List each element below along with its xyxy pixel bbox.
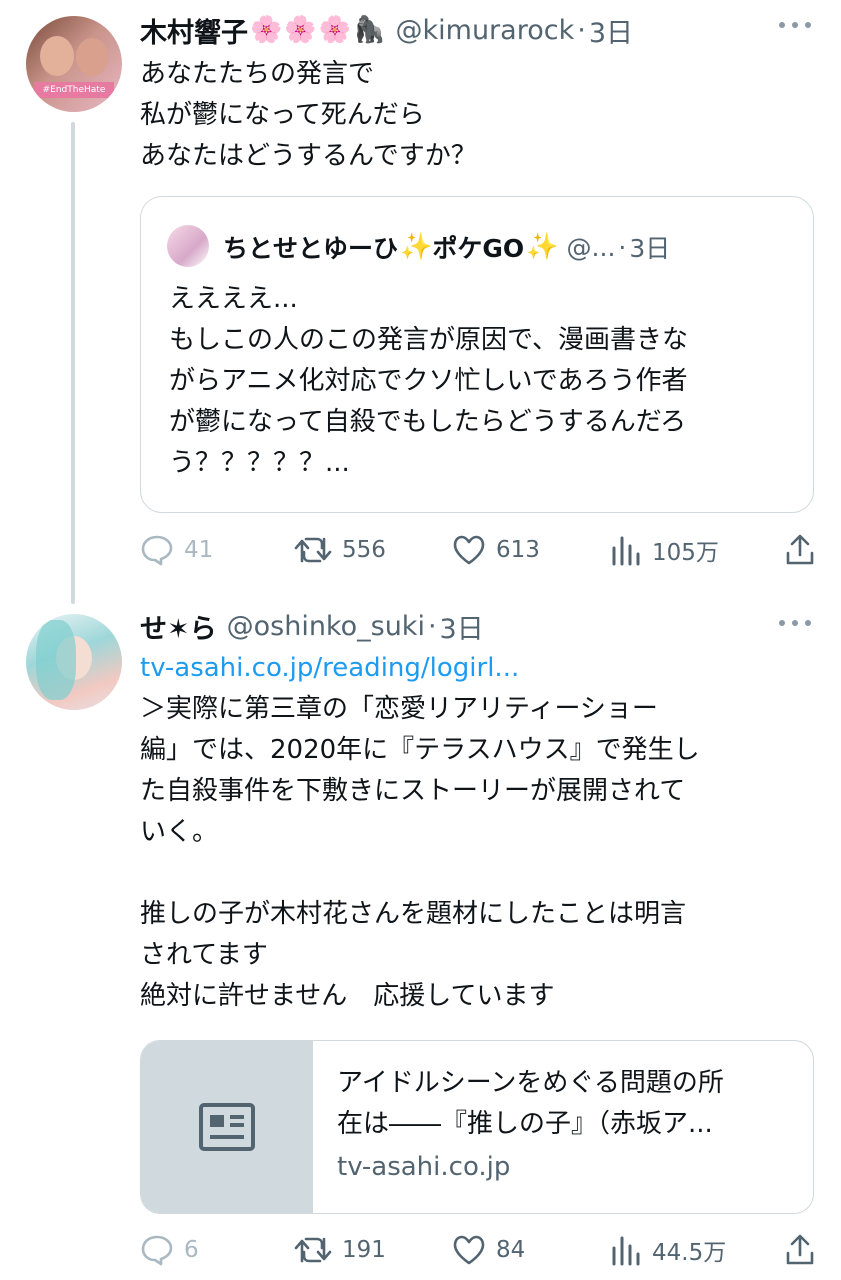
like-button[interactable]: 84	[452, 1228, 525, 1272]
share-button[interactable]	[784, 528, 816, 572]
text-line: 推しの子が木村花さんを題材にしたことは明言	[140, 899, 687, 929]
tweet-oshinko-suki[interactable]: せ✶ら @oshinko_suki · 3日 tv-asahi.co.jp/re…	[0, 600, 841, 1280]
separator-dot: ·	[618, 232, 627, 262]
text-line: ええええ...	[169, 284, 298, 314]
user-handle[interactable]: @oshinko_suki	[227, 611, 425, 642]
tweet-link[interactable]: tv-asahi.co.jp/reading/logirl...	[140, 648, 811, 689]
separator-dot: ·	[577, 14, 586, 46]
separator-dot: ·	[427, 610, 437, 642]
cherry-blossom-emoji: 🌸	[318, 15, 352, 45]
views-button[interactable]: 105万	[610, 528, 719, 572]
quote-handle[interactable]: @...	[567, 233, 616, 262]
views-count: 105万	[652, 540, 719, 566]
text-line: もしこの人のこの発言が原因で、漫画書きな	[169, 325, 688, 355]
reply-count: 6	[184, 1237, 199, 1263]
text-line: されてます	[140, 940, 268, 970]
retweet-button[interactable]: 556	[294, 528, 386, 572]
gorilla-emoji: 🦍	[353, 15, 386, 45]
share-icon	[786, 1234, 814, 1265]
user-handle[interactable]: @kimurarock	[396, 15, 575, 46]
text-line: 編」では、2020年に『テラスハウス』で発生し	[140, 735, 700, 765]
text-line: いく。	[140, 817, 219, 847]
cherry-blossom-emoji: 🌸	[284, 15, 317, 45]
card-domain: tv-asahi.co.jp	[337, 1152, 511, 1182]
avatar[interactable]: #EndTheHate	[26, 16, 122, 112]
tweet-header: 木村響子 🌸 🌸 🌸 🦍 @kimurarock · 3日	[140, 10, 633, 50]
tweet-header: せ✶ら @oshinko_suki · 3日	[140, 606, 484, 646]
reply-icon	[141, 1235, 173, 1266]
like-count: 613	[496, 537, 540, 563]
like-button[interactable]: 613	[452, 528, 540, 572]
card-thumbnail	[141, 1041, 313, 1213]
quote-text: ええええ... もしこの人のこの発言が原因で、漫画書きな がらアニメ化対応でクソ…	[169, 279, 688, 484]
like-icon	[453, 535, 485, 565]
tweet-text: あなたたちの発言で 私が鬱になって死んだら あなたはどうするんですか？	[140, 54, 811, 177]
share-icon	[786, 534, 814, 565]
timestamp[interactable]: 3日	[589, 11, 633, 50]
retweet-button[interactable]: 191	[294, 1228, 386, 1272]
display-name[interactable]: 木村響子	[140, 11, 248, 50]
avatar[interactable]	[26, 614, 122, 710]
retweet-icon	[294, 537, 332, 563]
action-bar: 6 191 84 44.5万	[140, 1228, 816, 1272]
action-bar: 41 556 613 105万	[140, 528, 816, 572]
more-icon[interactable]	[779, 620, 811, 630]
avatar-badge: #EndTheHate	[34, 82, 114, 98]
text-line	[140, 853, 811, 894]
sparkles-emoji: ✨	[526, 232, 559, 262]
views-button[interactable]: 44.5万	[610, 1228, 726, 1272]
reply-icon	[141, 535, 173, 566]
text-line: 私が鬱になって死んだら	[140, 100, 425, 130]
sparkles-emoji: ✨	[400, 232, 433, 262]
reply-button[interactable]: 6	[140, 1228, 199, 1272]
quote-timestamp[interactable]: 3日	[629, 229, 670, 265]
retweet-icon	[294, 1237, 332, 1263]
text-line: た自殺事件を下敷きにストーリーが展開されて	[140, 776, 686, 806]
reply-button[interactable]: 41	[140, 528, 213, 572]
text-line: がらアニメ化対応でクソ忙しいであろう作者	[169, 366, 688, 396]
like-count: 84	[496, 1237, 526, 1263]
retweet-count: 191	[342, 1237, 386, 1263]
more-icon[interactable]	[779, 22, 811, 32]
text-line: ＞実際に第三章の「恋愛リアリティーショー	[140, 694, 658, 724]
card-title-line: 在は――『推しの子』（赤坂ア...	[337, 1109, 713, 1139]
text-line: が鬱になって自殺でもしたらどうするんだろ	[169, 407, 687, 437]
quote-avatar[interactable]	[167, 225, 209, 267]
thread-line	[71, 122, 75, 604]
cherry-blossom-emoji: 🌸	[250, 15, 283, 45]
card-title-line: アイドルシーンをめぐる問題の所	[337, 1068, 724, 1098]
reply-count: 41	[184, 537, 214, 563]
tweet-kimurarock[interactable]: #EndTheHate 木村響子 🌸 🌸 🌸 🦍 @kimurarock · 3…	[0, 0, 841, 604]
views-count: 44.5万	[652, 1240, 727, 1266]
timestamp[interactable]: 3日	[440, 607, 484, 646]
text-line: う？？？？？...	[169, 448, 350, 478]
card-title: アイドルシーンをめぐる問題の所 在は――『推しの子』（赤坂ア...	[337, 1063, 795, 1145]
share-button[interactable]	[784, 1228, 816, 1272]
quote-display-name-suffix: ポケGO	[432, 234, 525, 263]
tweet-text: tv-asahi.co.jp/reading/logirl... ＞実際に第三章…	[140, 648, 811, 1017]
quote-tweet[interactable]: ちとせとゆーひ ✨ ポケGO ✨ @... · 3日 ええええ... もしこの人…	[140, 196, 814, 513]
quote-display-name[interactable]: ちとせとゆーひ	[223, 229, 398, 265]
text-line: 絶対に許せません 応援しています	[140, 981, 555, 1011]
article-icon	[199, 1103, 255, 1151]
text-line: あなたたちの発言で	[140, 59, 375, 89]
views-icon	[612, 536, 640, 566]
like-icon	[453, 1235, 485, 1265]
quote-header: ちとせとゆーひ ✨ ポケGO ✨ @... · 3日	[223, 227, 670, 267]
views-icon	[612, 1236, 640, 1266]
display-name[interactable]: せ✶ら	[140, 607, 217, 646]
retweet-count: 556	[342, 537, 386, 563]
link-card[interactable]: アイドルシーンをめぐる問題の所 在は――『推しの子』（赤坂ア... tv-asa…	[140, 1040, 814, 1214]
text-line: あなたはどうするんですか？	[140, 141, 477, 171]
